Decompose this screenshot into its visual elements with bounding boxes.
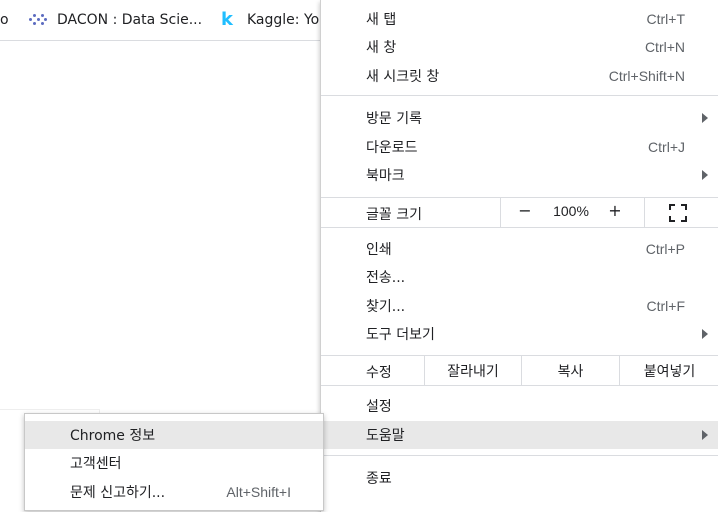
bookmark-item-kaggle[interactable]: k Kaggle: Yo (221, 10, 319, 30)
chrome-main-menu: 새 탭 Ctrl+T 새 창 Ctrl+N 새 시크릿 창 Ctrl+Shift… (320, 0, 718, 512)
menu-item-label: 설정 (366, 399, 392, 415)
zoom-row: 글꼴 크기 − 100% + (321, 197, 718, 228)
menu-item-new-incognito-window[interactable]: 새 시크릿 창 Ctrl+Shift+N (321, 62, 718, 90)
menu-item-label: 북마크 (366, 168, 405, 184)
bookmark-item-partial[interactable]: o (0, 10, 9, 30)
zoom-out-button[interactable]: − (515, 201, 535, 223)
menu-item-label: 전송... (366, 270, 406, 286)
zoom-divider (644, 198, 645, 227)
bookmark-label: Kaggle: Yo (246, 12, 320, 28)
menu-item-label: 종료 (366, 471, 392, 487)
edit-row: 수정 잘라내기 복사 붙여넣기 (321, 355, 718, 386)
menu-item-shortcut: Ctrl+Shift+N (608, 68, 685, 84)
menu-item-shortcut: Alt+Shift+I (226, 484, 291, 500)
menu-item-label: 고객센터 (70, 456, 122, 472)
menu-item-shortcut: Ctrl+J (648, 139, 685, 155)
menu-item-print[interactable]: 인쇄 Ctrl+P (321, 235, 718, 263)
menu-item-shortcut: Ctrl+F (646, 298, 686, 314)
submenu-arrow-icon (702, 430, 708, 440)
menu-item-label: 새 시크릿 창 (366, 69, 440, 85)
menu-item-cast[interactable]: 전송... (321, 263, 718, 291)
menu-item-label: 새 창 (366, 40, 397, 56)
menu-item-settings[interactable]: 설정 (321, 392, 718, 420)
menu-item-label: 찾기... (366, 299, 406, 315)
submenu-arrow-icon (702, 170, 708, 180)
menu-item-downloads[interactable]: 다운로드 Ctrl+J (321, 133, 718, 161)
menu-item-label: Chrome 정보 (70, 428, 156, 444)
bookmark-item-dacon[interactable]: DACON : Data Scie... (29, 10, 202, 30)
submenu-item-about-chrome[interactable]: Chrome 정보 (25, 421, 323, 449)
menu-item-help[interactable]: 도움말 (321, 421, 718, 449)
menu-item-shortcut: Ctrl+N (644, 39, 685, 55)
menu-item-more-tools[interactable]: 도구 더보기 (321, 320, 718, 348)
zoom-in-button[interactable]: + (605, 201, 625, 223)
menu-item-exit[interactable]: 종료 (321, 464, 718, 492)
menu-item-history[interactable]: 방문 기록 (321, 104, 718, 132)
kaggle-icon: k (221, 9, 233, 30)
menu-separator (321, 455, 718, 456)
menu-item-bookmarks[interactable]: 북마크 (321, 161, 718, 189)
submenu-arrow-icon (702, 329, 708, 339)
menu-item-find[interactable]: 찾기... Ctrl+F (321, 292, 718, 320)
submenu-item-report-issue[interactable]: 문제 신고하기... Alt+Shift+I (25, 478, 323, 506)
copy-button[interactable]: 복사 (521, 356, 619, 385)
zoom-label: 글꼴 크기 (366, 207, 422, 223)
cut-button[interactable]: 잘라내기 (424, 356, 521, 385)
menu-item-label: 인쇄 (366, 242, 392, 258)
menu-item-label: 다운로드 (366, 140, 418, 156)
dacon-icon (29, 13, 47, 27)
menu-item-label: 새 탭 (366, 12, 397, 28)
edit-label: 수정 (366, 365, 392, 381)
fullscreen-icon[interactable] (669, 204, 687, 222)
menu-item-label: 문제 신고하기... (70, 485, 166, 501)
submenu-arrow-icon (702, 113, 708, 123)
help-submenu: Chrome 정보 고객센터 문제 신고하기... Alt+Shift+I (24, 413, 324, 511)
menu-item-shortcut: Ctrl+T (646, 11, 686, 27)
menu-separator (321, 95, 718, 96)
menu-item-label: 도움말 (366, 428, 405, 444)
menu-item-shortcut: Ctrl+P (645, 241, 685, 257)
submenu-item-help-center[interactable]: 고객센터 (25, 449, 323, 477)
menu-item-new-window[interactable]: 새 창 Ctrl+N (321, 33, 718, 61)
zoom-level: 100% (553, 203, 589, 219)
zoom-divider (500, 198, 501, 227)
bookmark-label: DACON : Data Scie... (57, 12, 203, 28)
menu-item-label: 방문 기록 (366, 111, 422, 127)
bookmark-label: o (0, 12, 9, 28)
paste-button[interactable]: 붙여넣기 (619, 356, 718, 385)
menu-item-label: 도구 더보기 (366, 327, 435, 343)
menu-item-new-tab[interactable]: 새 탭 Ctrl+T (321, 5, 718, 33)
